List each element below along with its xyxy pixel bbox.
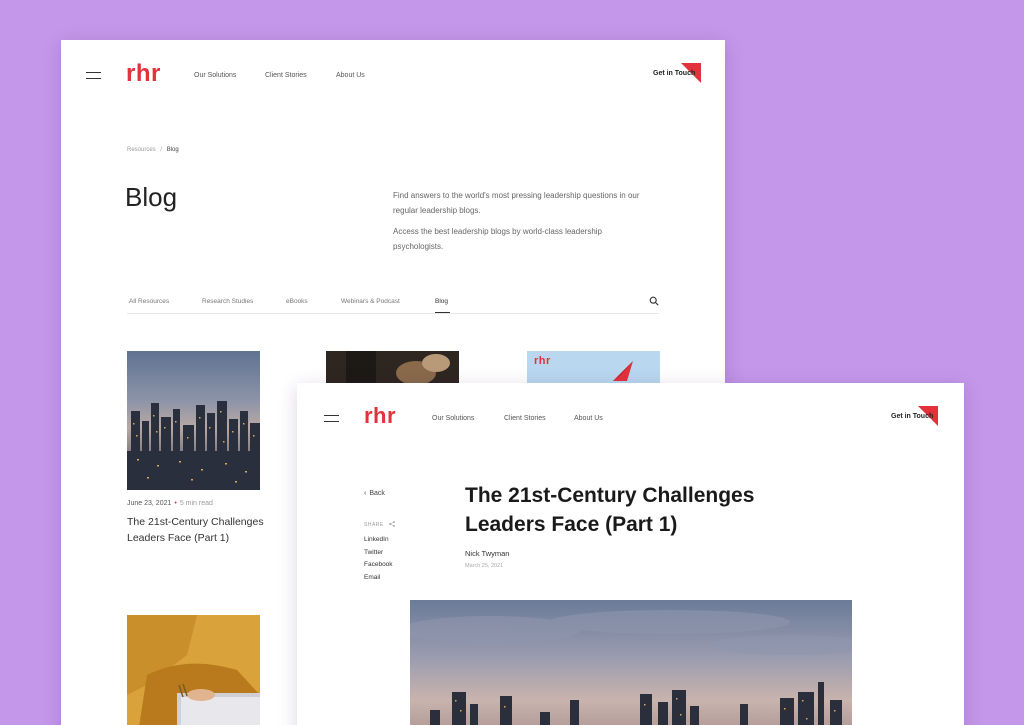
menu-icon[interactable] <box>86 72 101 79</box>
city-skyline-image <box>410 600 852 725</box>
share-label: SHARE <box>364 521 395 528</box>
nav-about-us[interactable]: About Us <box>574 415 603 422</box>
nav-about-us[interactable]: About Us <box>336 72 365 79</box>
get-in-touch-button[interactable]: Get in Touch <box>653 70 695 77</box>
article-author[interactable]: Nick Twyman <box>465 549 509 558</box>
breadcrumb: Resources / Blog <box>127 147 179 153</box>
filter-research-studies[interactable]: Research Studies <box>202 298 253 305</box>
page-title: Blog <box>125 182 178 212</box>
filter-all-resources[interactable]: All Resources <box>129 298 169 305</box>
nav-our-solutions[interactable]: Our Solutions <box>194 72 236 79</box>
card-title[interactable]: The 21st-Century Challenges Leaders Face… <box>127 515 267 546</box>
article-window: rhr Our Solutions Client Stories About U… <box>297 383 964 725</box>
card-date: June 23, 2021 <box>127 500 172 507</box>
article-hero-image <box>410 600 852 725</box>
filter-divider <box>127 313 659 314</box>
site-header: rhr Our Solutions Client Stories About U… <box>297 383 964 453</box>
share-linkedin[interactable]: LinkedIn <box>364 536 389 543</box>
logo[interactable]: rhr <box>126 60 161 88</box>
share-icon <box>388 521 395 527</box>
get-in-touch-button[interactable]: Get in Touch <box>891 413 933 420</box>
breadcrumb-resources[interactable]: Resources <box>127 147 156 153</box>
share-twitter[interactable]: Twitter <box>364 549 383 556</box>
paper-plane-icon <box>613 361 633 381</box>
filter-webinars-podcast[interactable]: Webinars & Podcast <box>341 298 400 305</box>
intro-text-1: Find answers to the world's most pressin… <box>393 191 640 215</box>
filter-blog[interactable]: Blog <box>435 298 448 305</box>
back-link[interactable]: ‹ Back <box>364 490 385 497</box>
share-facebook[interactable]: Facebook <box>364 561 393 568</box>
logo[interactable]: rhr <box>364 403 396 429</box>
meta-dot-icon: • <box>174 500 177 507</box>
article-date: March 25, 2021 <box>465 563 504 569</box>
card-thumbnail-laptop[interactable] <box>127 615 260 725</box>
intro-text-2: Access the best leadership blogs by worl… <box>393 227 602 251</box>
article-title: The 21st-Century Challenges Leaders Face… <box>465 484 755 536</box>
meeting-photo-image <box>326 351 459 383</box>
site-header: rhr Our Solutions Client Stories About U… <box>61 40 725 110</box>
back-label: Back <box>369 490 385 497</box>
menu-icon[interactable] <box>324 415 339 422</box>
card-thumbnail-city[interactable] <box>127 351 260 490</box>
chevron-left-icon: ‹ <box>364 490 367 497</box>
card-read-time: 5 min read <box>179 500 213 507</box>
breadcrumb-current: Blog <box>166 147 179 153</box>
card-thumbnail-3[interactable]: rhr <box>527 351 660 383</box>
share-email[interactable]: Email <box>364 574 380 581</box>
search-icon[interactable] <box>649 296 659 306</box>
card-meta: June 23, 2021 • 5 min read <box>127 500 213 507</box>
share-label-text: SHARE <box>364 522 384 528</box>
person-laptop-image <box>127 615 260 725</box>
nav-our-solutions[interactable]: Our Solutions <box>432 415 474 422</box>
card-thumbnail-2[interactable] <box>326 351 459 383</box>
city-skyline-image <box>127 351 260 490</box>
filter-ebooks[interactable]: eBooks <box>286 298 308 305</box>
nav-client-stories[interactable]: Client Stories <box>504 415 546 422</box>
thumbnail-logo: rhr <box>534 355 551 367</box>
breadcrumb-separator: / <box>160 147 163 153</box>
nav-client-stories[interactable]: Client Stories <box>265 72 307 79</box>
